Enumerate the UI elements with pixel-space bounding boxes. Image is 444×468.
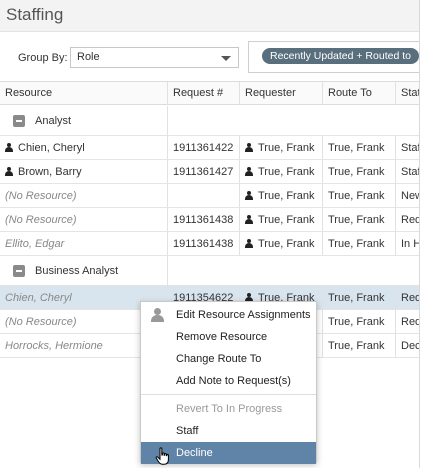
table-row[interactable]: (No Resource) True, Frank True, Frank Ne…: [0, 184, 419, 208]
filter-box[interactable]: Recently Updated + Routed to: [248, 41, 419, 73]
status: Staffed: [395, 160, 419, 183]
requester-name: True, Frank: [258, 213, 315, 226]
person-icon: [245, 239, 253, 248]
person-icon: [245, 191, 253, 200]
col-header-resource[interactable]: Resource: [0, 82, 167, 104]
person-icon: [5, 167, 13, 176]
request-number: [167, 184, 239, 207]
col-header-request[interactable]: Request #: [167, 82, 239, 104]
requester-name: True, Frank: [258, 237, 315, 250]
requester-name: True, Frank: [258, 141, 315, 154]
status: New: [395, 184, 419, 207]
route-to: True, Frank: [322, 160, 395, 183]
request-number: 1911361438: [167, 232, 239, 255]
request-number: 1911361438: [167, 208, 239, 231]
person-icon: [151, 308, 164, 322]
route-to: True, Frank: [322, 310, 395, 333]
table-header: Resource Request # Requester Route To St…: [0, 81, 419, 105]
collapse-icon[interactable]: [13, 264, 25, 277]
menu-item-label: Edit Resource Assignments: [176, 309, 311, 321]
group-by-value: Role: [77, 51, 100, 63]
group-by-select[interactable]: Role: [70, 47, 239, 68]
col-header-route-to[interactable]: Route To: [322, 82, 395, 104]
person-icon: [245, 215, 253, 224]
route-to: True, Frank: [322, 136, 395, 159]
resource-name: (No Resource): [5, 213, 77, 226]
group-row-business-analyst[interactable]: Business Analyst: [0, 256, 419, 286]
filter-pill[interactable]: Recently Updated + Routed to: [262, 48, 419, 64]
group-by-label: Group By:: [18, 52, 68, 64]
menu-item-remove-resource[interactable]: Remove Resource: [141, 326, 316, 348]
menu-item-edit-resource-assignments[interactable]: Edit Resource Assignments: [141, 304, 316, 326]
status: Staffed: [395, 136, 419, 159]
table-row[interactable]: (No Resource) 1911361438 True, Frank Tru…: [0, 208, 419, 232]
resource-name: Chien, Cheryl: [18, 141, 85, 154]
requester-name: True, Frank: [258, 165, 315, 178]
route-to: True, Frank: [322, 286, 395, 309]
toolbar: Group By: Role Recently Updated + Routed…: [0, 38, 419, 78]
resource-name: Ellito, Edgar: [5, 237, 65, 250]
table-row[interactable]: Ellito, Edgar 1911361438 True, Frank Tru…: [0, 232, 419, 256]
group-label: Business Analyst: [35, 264, 119, 277]
menu-item-revert-to-in-progress: Revert To In Progress: [176, 403, 283, 415]
route-to: True, Frank: [322, 184, 395, 207]
status: Requested: [395, 286, 419, 309]
request-number: 1911361427: [167, 160, 239, 183]
status: Requested: [395, 208, 419, 231]
route-to: True, Frank: [322, 334, 395, 357]
col-header-status[interactable]: Status: [395, 82, 419, 104]
group-label: Analyst: [35, 114, 72, 127]
status: In Hold: [395, 232, 419, 255]
status: Requested: [395, 310, 419, 333]
collapse-icon[interactable]: [13, 114, 25, 127]
person-icon: [5, 143, 13, 152]
person-icon: [245, 167, 253, 176]
menu-item-add-note[interactable]: Add Note to Request(s): [141, 370, 316, 392]
menu-item-change-route-to[interactable]: Change Route To: [141, 348, 316, 370]
request-number: 1911361422: [167, 136, 239, 159]
requester-name: True, Frank: [258, 189, 315, 202]
table-row[interactable]: Brown, Barry 1911361427 True, Frank True…: [0, 160, 419, 184]
menu-item-staff[interactable]: Staff: [141, 420, 316, 442]
chevron-down-icon: [221, 56, 231, 61]
col-header-requester[interactable]: Requester: [239, 82, 322, 104]
status: Declined: [395, 334, 419, 357]
resource-name: (No Resource): [5, 189, 77, 202]
route-to: True, Frank: [322, 232, 395, 255]
panel-header: Staffing: [0, 0, 419, 32]
menu-separator: [141, 394, 316, 395]
person-icon: [245, 143, 253, 152]
table-row[interactable]: Chien, Cheryl 1911361422 True, Frank Tru…: [0, 136, 419, 160]
group-row-analyst[interactable]: Analyst: [0, 106, 419, 136]
hand-pointer-icon: [155, 447, 169, 465]
page-title: Staffing: [6, 5, 64, 24]
route-to: True, Frank: [322, 208, 395, 231]
resource-name: Brown, Barry: [18, 165, 82, 178]
context-menu: Edit Resource Assignments Remove Resourc…: [140, 301, 317, 464]
